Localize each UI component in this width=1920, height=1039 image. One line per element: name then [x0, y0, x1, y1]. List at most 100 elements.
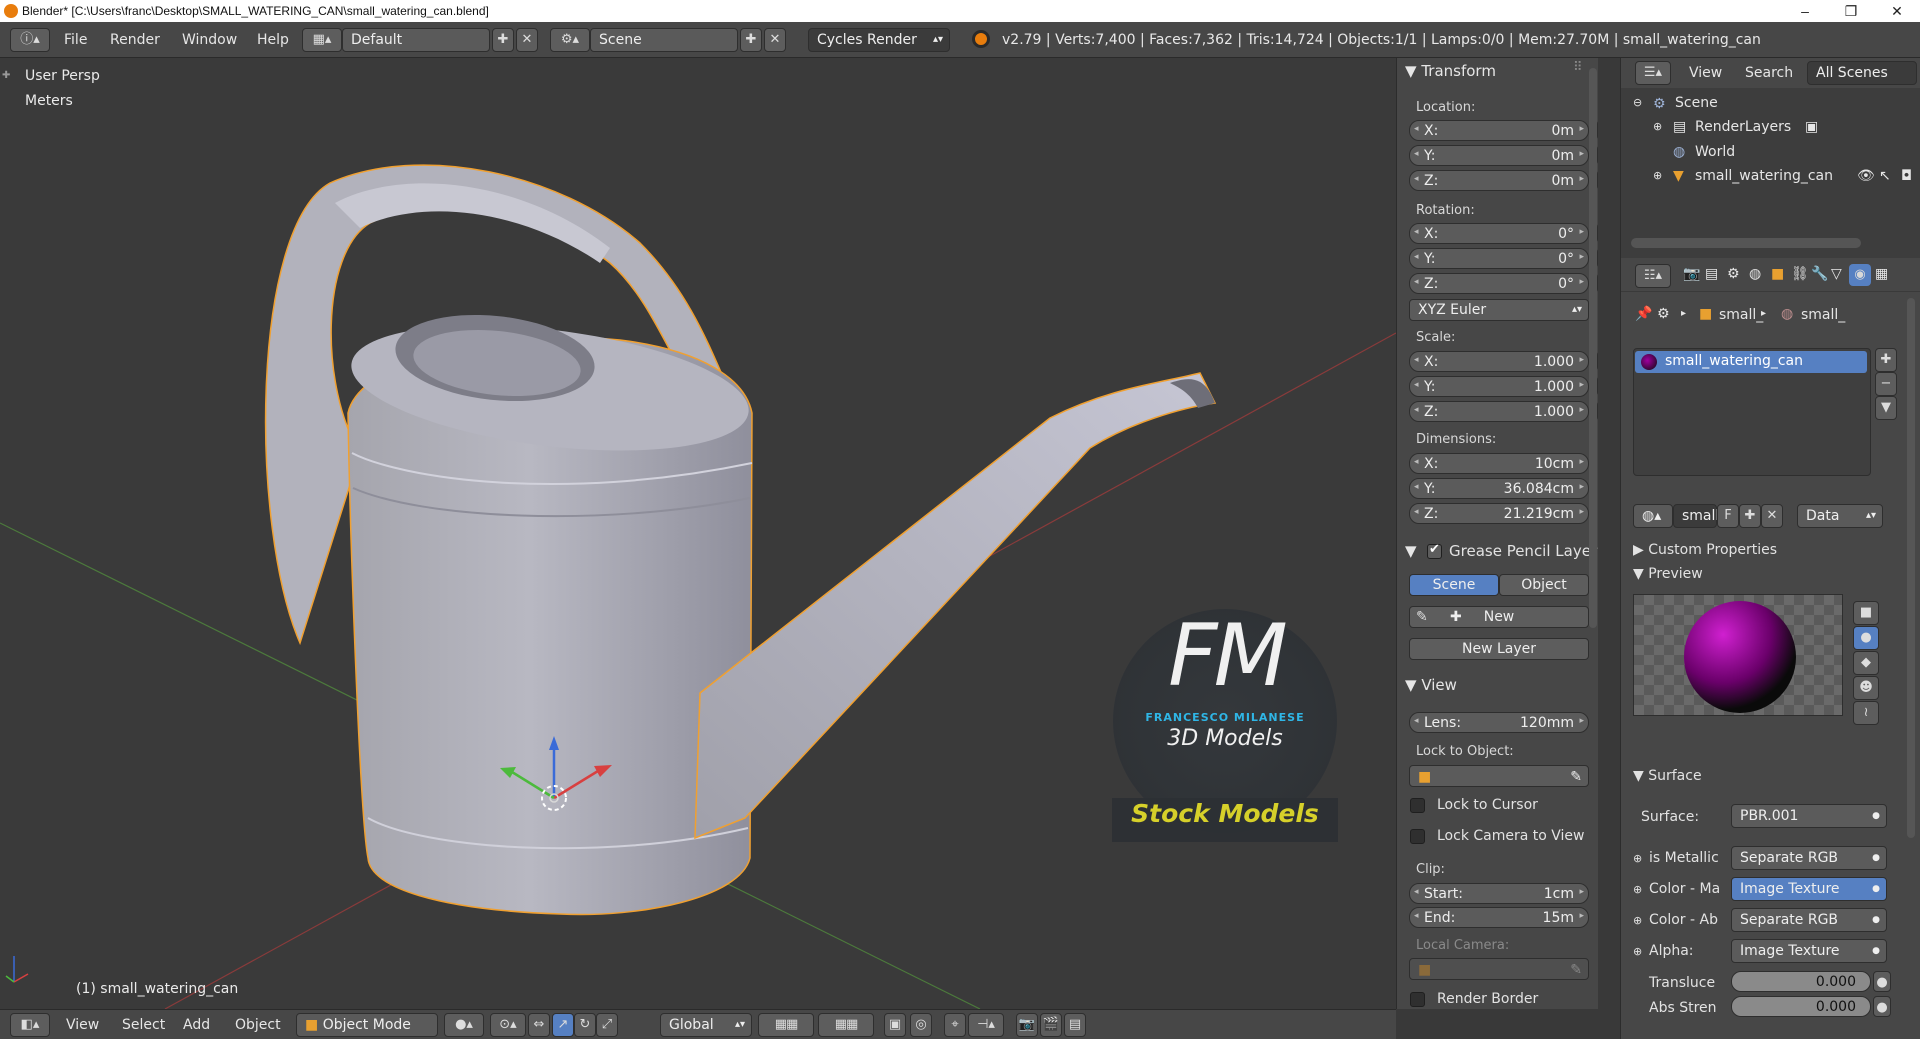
add-material-slot-icon[interactable]: ✚ — [1875, 348, 1897, 372]
scene-layers-icon[interactable]: ▦▦ — [758, 1013, 814, 1037]
pivot-point-icon[interactable]: ⊙▴ — [490, 1013, 526, 1037]
lock-icon[interactable]: 🔓 — [1597, 145, 1598, 165]
data-tab-icon[interactable]: ▽ — [1831, 266, 1842, 282]
lock-icon[interactable]: 🔓 — [1597, 170, 1598, 190]
outliner-item-renderlayers[interactable]: RenderLayers — [1695, 119, 1791, 135]
lock-icon[interactable]: 🔓 — [1597, 273, 1598, 293]
outliner-hscrollbar[interactable] — [1631, 238, 1861, 248]
expand-socket-icon[interactable]: ⊕ — [1633, 945, 1642, 958]
outliner-search-menu[interactable]: Search — [1745, 65, 1793, 81]
lock-icon[interactable]: 🔓 — [1597, 223, 1598, 243]
scale-z-field[interactable]: ◂ Z: 1.000 ▸ — [1409, 401, 1589, 422]
visibility-eye-icon[interactable]: 👁 — [1857, 168, 1875, 184]
proportional-edit-icon[interactable]: ◎ — [910, 1013, 932, 1037]
info-editor-type-icon[interactable]: ⓘ▴ — [10, 28, 50, 52]
outliner-item-scene[interactable]: Scene — [1675, 95, 1718, 111]
constraints-tab-icon[interactable]: ⛓ — [1791, 266, 1809, 282]
layer-lock-icon[interactable]: ▣ — [884, 1013, 906, 1037]
material-slot-item[interactable]: small_watering_can — [1635, 351, 1867, 373]
location-y-field[interactable]: ◂ Y: 0m ▸ — [1409, 145, 1589, 166]
rotation-y-field[interactable]: ◂ Y: 0° ▸ — [1409, 248, 1589, 269]
opengl-render-anim-icon[interactable]: 🎬 — [1040, 1013, 1062, 1037]
breadcrumb-object[interactable]: small_ — [1719, 307, 1763, 323]
material-tab-icon[interactable]: ◉ — [1849, 264, 1871, 286]
input-link-select[interactable]: Separate RGB ● — [1731, 846, 1887, 870]
input-link-select[interactable]: Image Texture ● — [1731, 877, 1887, 901]
select-cursor-icon[interactable]: ↖ — [1879, 168, 1891, 184]
local-camera-field[interactable]: ■ ✎ — [1409, 958, 1589, 980]
dimension-y-field[interactable]: ◂ Y: 36.084cm ▸ — [1409, 478, 1589, 499]
input-link-select[interactable]: Separate RGB ● — [1731, 908, 1887, 932]
preview-monkey-icon[interactable]: ☻ — [1853, 676, 1879, 700]
outliner-view-menu[interactable]: View — [1689, 65, 1722, 81]
add-scene-icon[interactable]: ✚ — [740, 28, 762, 52]
clip-end-field[interactable]: ◂ End: 15m ▸ — [1409, 907, 1589, 928]
scene-icon[interactable]: ⚙▴ — [550, 28, 590, 52]
scale-y-field[interactable]: ◂ Y: 1.000 ▸ — [1409, 376, 1589, 397]
manipulator-toggle-icon[interactable]: ⇔ — [528, 1013, 550, 1037]
viewport-menu-select[interactable]: Select — [122, 1017, 165, 1033]
menu-window[interactable]: Window — [182, 32, 237, 48]
surface-panel-header[interactable]: ▼ Surface — [1633, 768, 1702, 784]
render-preview-icon[interactable]: ▤ — [1064, 1013, 1086, 1037]
input-link-select[interactable]: Image Texture ● — [1731, 939, 1887, 963]
delete-scene-icon[interactable]: ✕ — [764, 28, 786, 52]
object-tab-icon[interactable]: ■ — [1771, 266, 1784, 282]
menu-render[interactable]: Render — [110, 32, 160, 48]
lock-icon[interactable]: 🔓 — [1597, 120, 1598, 140]
grease-new-layer-button[interactable]: New Layer — [1409, 638, 1589, 660]
preview-sphere-icon[interactable]: ● — [1853, 626, 1879, 650]
rotate-manipulator-icon[interactable]: ↻ — [574, 1013, 596, 1037]
delete-layout-icon[interactable]: ✕ — [516, 28, 538, 52]
grease-pencil-panel-header[interactable]: ▼ — [1405, 542, 1417, 560]
render-engine-select[interactable]: Cycles Render ▴▾ — [808, 28, 950, 52]
scene-tab-icon[interactable]: ⚙ — [1727, 266, 1740, 282]
outliner-display-filter[interactable]: All Scenes — [1807, 61, 1917, 85]
world-tab-icon[interactable]: ◍ — [1749, 266, 1761, 282]
render-camera-icon[interactable]: ◘ — [1901, 168, 1912, 184]
material-link-select[interactable]: Data ▴▾ — [1797, 504, 1883, 528]
expand-socket-icon[interactable]: ⊕ — [1633, 914, 1642, 927]
properties-scrollbar[interactable] — [1907, 298, 1915, 838]
interaction-mode-select[interactable]: ■ Object Mode — [296, 1013, 438, 1037]
render-tab-icon[interactable]: 📷 — [1683, 266, 1700, 282]
rotation-x-field[interactable]: ◂ X: 0° ▸ — [1409, 223, 1589, 244]
preview-cube-icon[interactable]: ◆ — [1853, 651, 1879, 675]
grease-object-button[interactable]: Object — [1499, 574, 1589, 596]
rotation-mode-select[interactable]: XYZ Euler ▴▾ — [1409, 299, 1589, 321]
grease-new-button[interactable]: ✎ ✚ New — [1409, 606, 1589, 628]
new-material-icon[interactable]: ✚ — [1739, 504, 1761, 528]
maximize-button[interactable]: ❐ — [1828, 0, 1874, 22]
clip-start-field[interactable]: ◂ Start: 1cm ▸ — [1409, 883, 1589, 904]
sidebar-scrollbar[interactable] — [1589, 68, 1597, 628]
lock-camera-checkbox[interactable] — [1410, 829, 1425, 844]
properties-editor-type-icon[interactable]: ☷▴ — [1635, 264, 1671, 288]
socket-link-icon[interactable]: ● — [1873, 996, 1891, 1017]
viewport-editor-type-icon[interactable]: ◧▴ — [10, 1013, 50, 1037]
preview-hair-icon[interactable]: ≀ — [1853, 701, 1879, 725]
screen-layout-icon[interactable]: ▦▴ — [302, 28, 342, 52]
minimize-button[interactable]: – — [1782, 0, 1828, 22]
unlink-material-icon[interactable]: ✕ — [1761, 504, 1783, 528]
rotation-z-field[interactable]: ◂ Z: 0° ▸ — [1409, 273, 1589, 294]
dimension-z-field[interactable]: ◂ Z: 21.219cm ▸ — [1409, 503, 1589, 524]
add-layout-icon[interactable]: ✚ — [492, 28, 514, 52]
modifiers-tab-icon[interactable]: 🔧 — [1811, 266, 1828, 282]
translate-manipulator-icon[interactable]: ↗ — [552, 1013, 574, 1037]
scale-manipulator-icon[interactable]: ⤢ — [596, 1013, 618, 1037]
socket-link-icon[interactable]: ● — [1873, 971, 1891, 992]
viewport-menu-view[interactable]: View — [66, 1017, 99, 1033]
opengl-render-icon[interactable]: 📷 — [1016, 1013, 1038, 1037]
lock-icon[interactable]: 🔓 — [1597, 376, 1598, 396]
viewport-shading-icon[interactable]: ●▴ — [444, 1013, 484, 1037]
render-border-checkbox[interactable] — [1410, 992, 1425, 1007]
custom-properties-header[interactable]: ▶ Custom Properties — [1633, 542, 1777, 558]
abs-strength-field[interactable]: 0.000 — [1731, 996, 1871, 1017]
preview-flat-icon[interactable]: ■ — [1853, 601, 1879, 625]
expand-icon[interactable]: ⊕ — [1653, 120, 1662, 133]
lock-icon[interactable]: 🔓 — [1597, 401, 1598, 421]
outliner-item-world[interactable]: World — [1695, 144, 1735, 160]
collapse-icon[interactable]: ⊖ — [1633, 96, 1642, 109]
grease-pencil-checkbox[interactable]: ✔ — [1427, 542, 1442, 559]
snap-icon[interactable]: ⌖ — [944, 1013, 966, 1037]
